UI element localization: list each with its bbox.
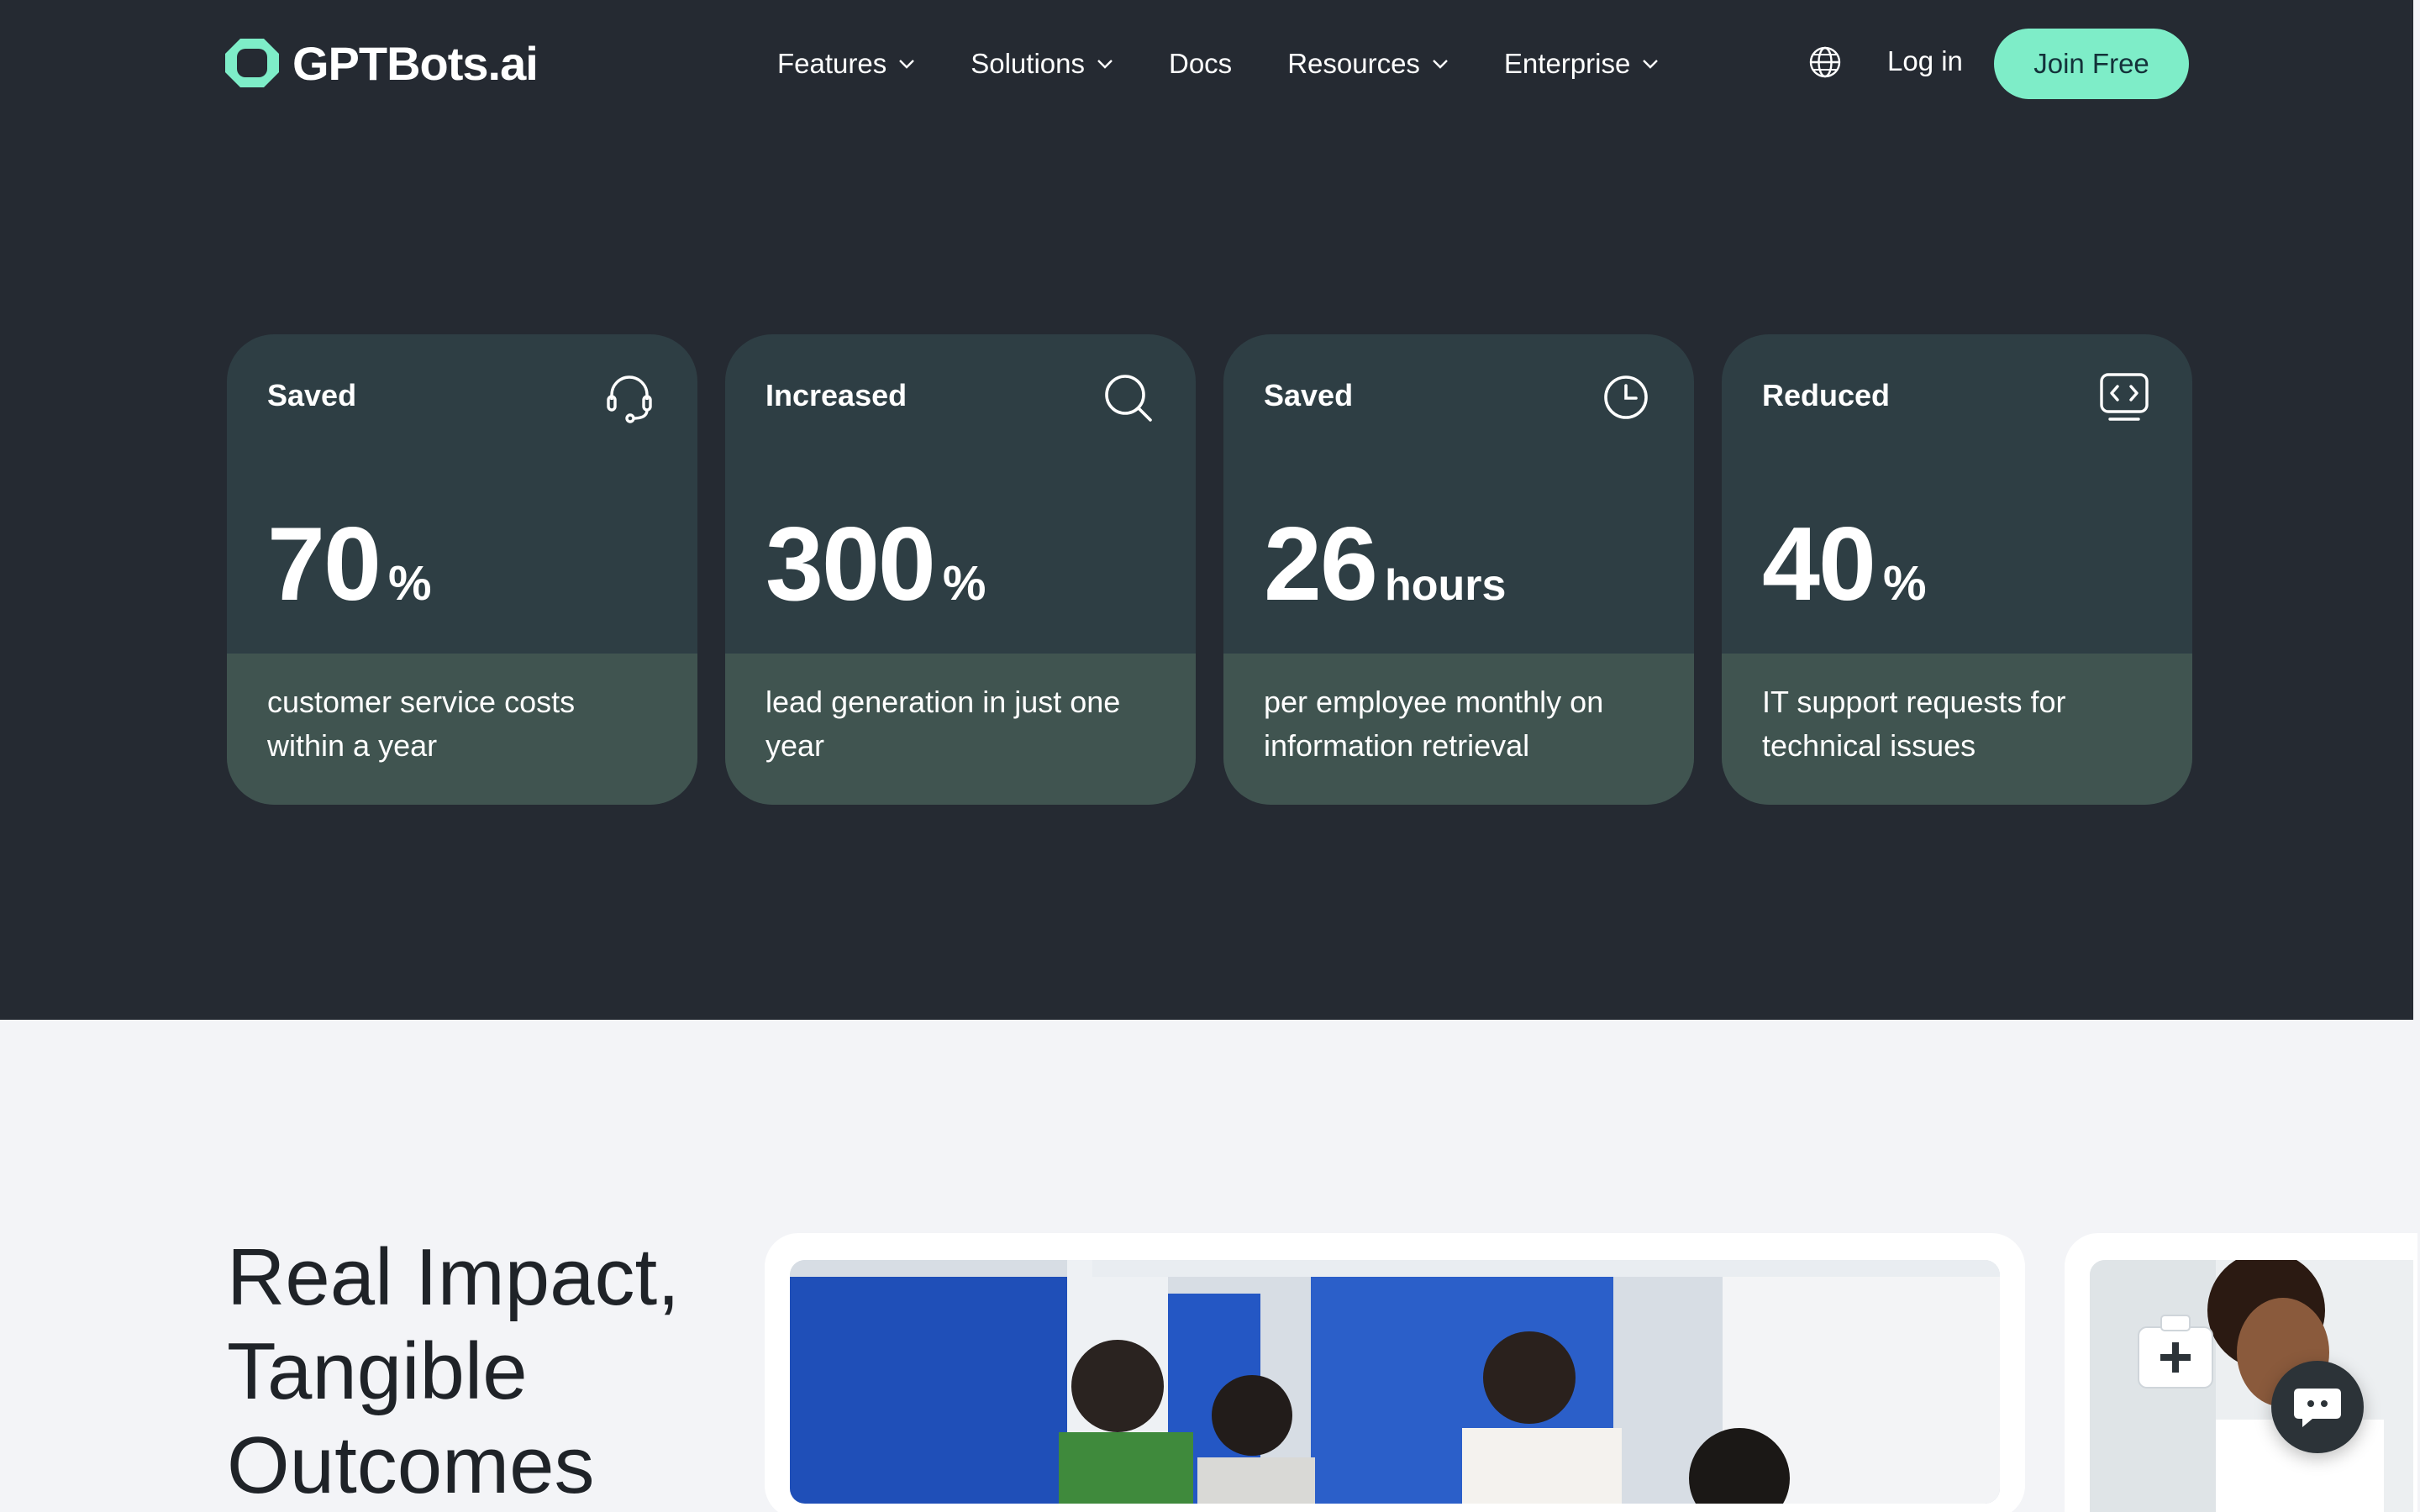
logo-text: GPTBots.ai [292, 36, 539, 90]
clock-icon [1604, 375, 1648, 419]
nav-item-solutions[interactable]: Solutions [971, 48, 1113, 80]
stat-number: 40 [1762, 507, 1876, 622]
nav-item-docs[interactable]: Docs [1169, 48, 1232, 80]
nav-item-label: Solutions [971, 48, 1085, 79]
nav-item-label: Enterprise [1503, 48, 1631, 79]
stat-number: 26 [1264, 507, 1378, 622]
chevron-down-icon [899, 60, 915, 69]
stat-description: per employee monthly on information retr… [1223, 654, 1694, 805]
classroom-photo [790, 1260, 2000, 1504]
pharmacist-photo [2090, 1260, 2413, 1512]
stats-cards: Saved 70 % customer service costs within… [227, 334, 2192, 805]
nav-item-enterprise[interactable]: Enterprise [1504, 48, 1659, 80]
headset-icon [607, 375, 652, 423]
join-free-button[interactable]: Join Free [1994, 29, 2189, 99]
main-nav: Features Solutions Docs Resources Enterp… [777, 42, 1714, 86]
stat-card: Saved 26 hours per employee monthly on i… [1223, 334, 1694, 805]
nav-item-label: Resources [1287, 48, 1420, 79]
nav-item-resources[interactable]: Resources [1287, 48, 1449, 80]
nav-item-label: Features [777, 48, 887, 79]
stat-card: Reduced 40 % IT support requests for tec… [1722, 334, 2192, 805]
stat-unit: % [942, 556, 986, 611]
stat-card: Saved 70 % customer service costs within… [227, 334, 697, 805]
login-link[interactable]: Log in [1887, 45, 1963, 77]
logo[interactable]: GPTBots.ai [222, 35, 539, 91]
code-monitor-icon [2100, 373, 2149, 421]
stat-unit: % [387, 556, 432, 611]
stat-value: 40 % [1762, 512, 1927, 617]
stat-number: 300 [765, 507, 936, 622]
stat-label: Reduced [1762, 378, 1891, 412]
nav-item-label: Docs [1169, 48, 1233, 79]
chevron-down-icon [1097, 60, 1113, 69]
nav-item-features[interactable]: Features [777, 48, 915, 80]
stat-value: 70 % [267, 512, 432, 617]
stat-card: Increased 300 % lead generation in just … [725, 334, 1196, 805]
stat-number: 70 [267, 507, 381, 622]
stat-label: Saved [267, 378, 357, 412]
logo-icon [225, 39, 279, 87]
stat-label: Saved [1264, 378, 1354, 412]
stat-label: Increased [765, 378, 908, 412]
chat-widget-button[interactable] [2271, 1361, 2364, 1453]
stat-description: lead generation in just one year [725, 654, 1196, 805]
globe-icon[interactable] [1808, 45, 1842, 79]
stat-value: 300 % [765, 512, 986, 617]
case-study-image [2090, 1260, 2413, 1512]
chevron-down-icon [1433, 60, 1448, 69]
stat-unit: hours [1384, 561, 1507, 610]
case-study-image [790, 1260, 2000, 1504]
stat-value: 26 hours [1264, 512, 1506, 617]
stat-description: customer service costs within a year [227, 654, 697, 805]
stat-unit: % [1882, 556, 1927, 611]
chevron-down-icon [1643, 60, 1659, 69]
search-icon [1105, 375, 1152, 422]
stat-description: IT support requests for technical issues [1722, 654, 2192, 805]
impact-heading: Real Impact, Tangible Outcomes [227, 1232, 680, 1510]
chat-icon [2294, 1389, 2341, 1427]
